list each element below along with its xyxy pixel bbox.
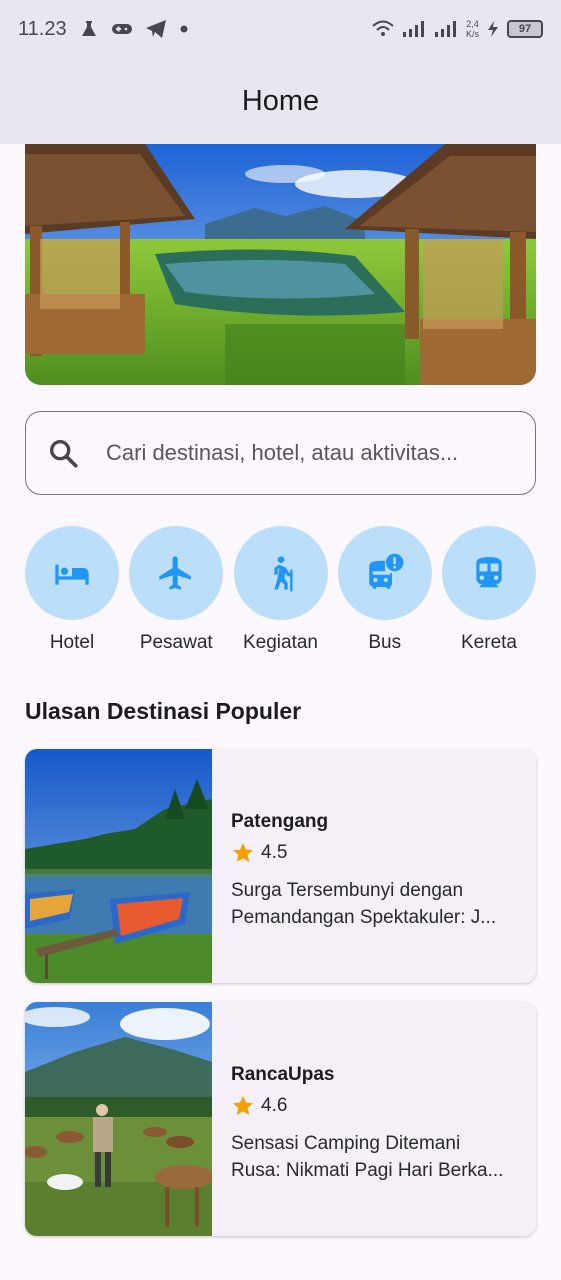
category-kegiatan[interactable]: Kegiatan [233, 526, 328, 654]
search-input[interactable] [106, 440, 506, 466]
category-label: Kegiatan [242, 632, 318, 653]
status-bar: 11.23 2,4 K/s 97 [0, 0, 561, 58]
star-icon [233, 1096, 253, 1115]
bus-alert-icon [369, 553, 404, 589]
app-bar: Home [0, 58, 561, 144]
hiking-icon [273, 556, 293, 592]
category-label: Bus [368, 632, 402, 653]
category-kereta-button[interactable] [442, 526, 536, 620]
review-description-line: Pemandangan Spektakuler: J... [231, 907, 497, 928]
review-title: Patengang [231, 811, 329, 832]
hero-image [25, 144, 536, 385]
category-label: Hotel [49, 632, 95, 653]
net-speed-unit: K/s [465, 29, 479, 39]
rating-value: 4.5 [261, 842, 288, 863]
review-card-patengang[interactable]: Patengang 4.5 Surga Tersembunyi dengan P… [25, 749, 536, 983]
category-pesawat[interactable]: Pesawat [129, 526, 224, 654]
review-body: Patengang 4.5 Surga Tersembunyi dengan P… [212, 749, 517, 983]
review-rating: 4.6 [231, 1094, 517, 1118]
airplane-icon [159, 556, 192, 590]
net-speed: 2,4 K/s [466, 19, 479, 39]
search-bar[interactable] [25, 411, 536, 495]
status-time: 11.23 [18, 17, 67, 40]
signal-icon [402, 21, 424, 37]
review-description: Sensasi Camping Ditemani Rusa: Nikmati P… [231, 1130, 517, 1184]
review-image [25, 1002, 215, 1236]
battery-level: 97 [518, 23, 532, 35]
review-description: Surga Tersembunyi dengan Pemandangan Spe… [231, 877, 517, 931]
bed-icon [55, 564, 89, 585]
review-description-line: Rusa: Nikmati Pagi Hari Berka... [231, 1160, 504, 1181]
review-image [25, 749, 212, 983]
category-bus[interactable]: Bus [337, 526, 432, 654]
section-title: Ulasan Destinasi Populer [25, 698, 302, 724]
search-icon[interactable] [46, 436, 80, 470]
category-hotel[interactable]: Hotel [25, 526, 119, 654]
battery-icon: 97 [507, 20, 543, 38]
category-hotel-button[interactable] [25, 526, 119, 620]
star-icon [233, 843, 253, 862]
wifi-icon [372, 20, 394, 36]
signal-icon [434, 21, 456, 37]
rating-value: 4.6 [261, 1095, 288, 1116]
category-pesawat-button[interactable] [129, 526, 224, 620]
review-body: RancaUpas 4.6 Sensasi Camping Ditemani R… [212, 1002, 517, 1236]
category-kegiatan-button[interactable] [233, 526, 328, 620]
review-rating: 4.5 [231, 841, 517, 865]
review-title: RancaUpas [231, 1064, 335, 1085]
net-speed-value: 2,4 [466, 19, 479, 29]
dot-icon [180, 25, 188, 33]
review-card-rancaupas[interactable]: RancaUpas 4.6 Sensasi Camping Ditemani R… [25, 1002, 536, 1236]
train-icon [476, 557, 502, 588]
review-description-line: Surga Tersembunyi dengan [231, 880, 464, 901]
page-title: Home [241, 84, 320, 117]
telegram-icon [145, 20, 166, 38]
category-label: Pesawat [139, 632, 213, 653]
gamepad-icon [111, 24, 132, 34]
category-bus-button[interactable] [337, 526, 432, 620]
charging-icon [488, 21, 498, 37]
category-row: Hotel Pesawat Kegiatan Bus Kereta [25, 526, 536, 654]
flask-icon [81, 21, 96, 36]
category-kereta[interactable]: Kereta [442, 526, 536, 654]
review-description-line: Sensasi Camping Ditemani [231, 1133, 461, 1154]
category-label: Kereta [461, 632, 517, 653]
